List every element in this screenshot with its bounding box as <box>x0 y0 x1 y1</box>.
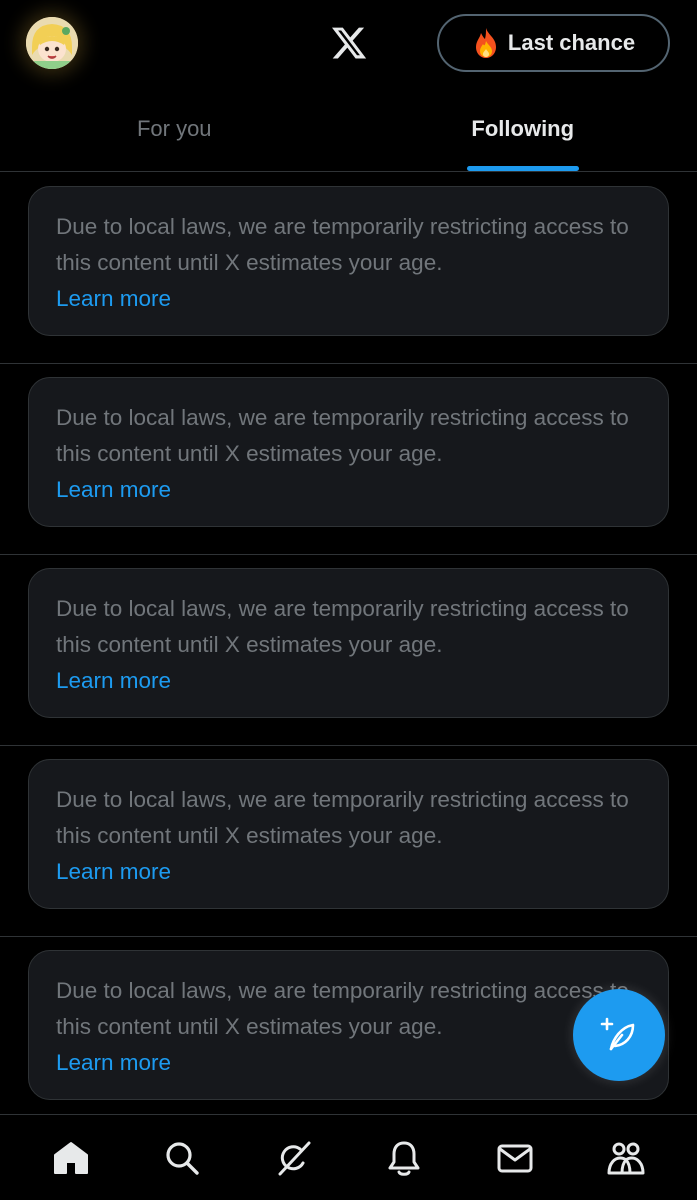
learn-more-link[interactable]: Learn more <box>56 281 641 317</box>
profile-avatar[interactable] <box>26 17 78 69</box>
learn-more-link[interactable]: Learn more <box>56 663 641 699</box>
nav-notifications[interactable] <box>369 1123 439 1193</box>
top-header: Last chance For you Following <box>0 0 697 172</box>
feed-item: Due to local laws, we are temporarily re… <box>0 364 697 555</box>
compose-post-button[interactable] <box>573 989 665 1081</box>
restricted-content-notice: Due to local laws, we are temporarily re… <box>28 186 669 336</box>
feed-item: Due to local laws, we are temporarily re… <box>0 173 697 364</box>
bottom-navigation <box>0 1114 697 1200</box>
home-icon <box>54 1141 89 1174</box>
restricted-content-notice: Due to local laws, we are temporarily re… <box>28 568 669 718</box>
feed-item: Due to local laws, we are temporarily re… <box>0 555 697 746</box>
restriction-message: Due to local laws, we are temporarily re… <box>56 787 629 848</box>
tab-following[interactable]: Following <box>349 96 697 171</box>
restriction-message: Due to local laws, we are temporarily re… <box>56 214 629 275</box>
nav-grok[interactable] <box>258 1123 328 1193</box>
nav-home[interactable] <box>36 1123 106 1193</box>
messages-icon <box>497 1144 533 1172</box>
nav-messages[interactable] <box>480 1123 550 1193</box>
compose-post-icon <box>600 1017 635 1051</box>
notifications-icon <box>388 1141 420 1176</box>
tab-for-you-label: For you <box>136 115 212 141</box>
restriction-message: Due to local laws, we are temporarily re… <box>56 596 629 657</box>
last-chance-button[interactable]: Last chance <box>437 14 670 72</box>
learn-more-link[interactable]: Learn more <box>56 854 641 890</box>
tab-following-label: Following <box>471 115 575 141</box>
last-chance-label: Last chance <box>507 30 636 55</box>
communities-icon <box>607 1142 645 1174</box>
restriction-message: Due to local laws, we are temporarily re… <box>56 978 629 1039</box>
timeline-tabs: For you Following <box>0 96 697 172</box>
nav-communities[interactable] <box>591 1123 661 1193</box>
restricted-content-notice: Due to local laws, we are temporarily re… <box>28 377 669 527</box>
active-tab-indicator <box>466 166 579 171</box>
x-logo-icon[interactable] <box>330 24 368 62</box>
timeline-feed[interactable]: Due to local laws, we are temporarily re… <box>0 173 697 1128</box>
search-icon <box>166 1141 199 1175</box>
learn-more-link[interactable]: Learn more <box>56 472 641 508</box>
tab-for-you[interactable]: For you <box>0 96 349 171</box>
grok-icon <box>278 1141 311 1175</box>
learn-more-link[interactable]: Learn more <box>56 1045 641 1081</box>
restriction-message: Due to local laws, we are temporarily re… <box>56 405 629 466</box>
feed-item: Due to local laws, we are temporarily re… <box>0 746 697 937</box>
fire-icon <box>472 27 500 59</box>
avatar-image <box>26 17 78 69</box>
app-root: Last chance For you Following Due to loc… <box>0 0 697 1200</box>
nav-search[interactable] <box>147 1123 217 1193</box>
restricted-content-notice: Due to local laws, we are temporarily re… <box>28 759 669 909</box>
restricted-content-notice: Due to local laws, we are temporarily re… <box>28 950 669 1100</box>
